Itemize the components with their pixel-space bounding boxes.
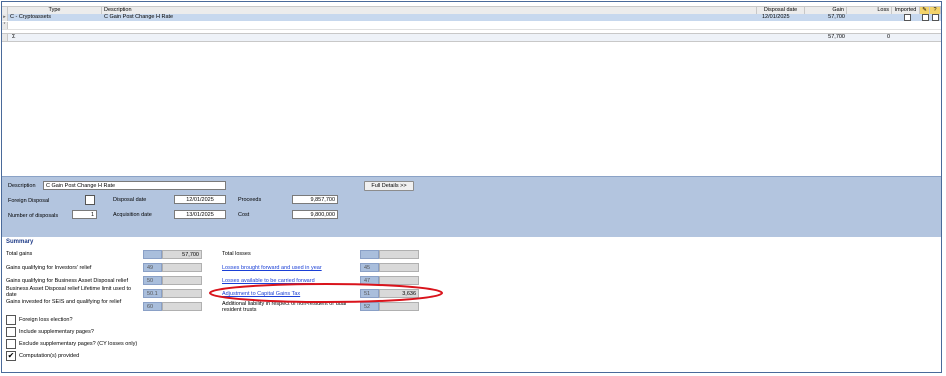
column-loss[interactable]: Loss	[847, 7, 892, 14]
column-lock-icon[interactable]: ✎	[920, 7, 930, 14]
box-50-code: 50	[143, 276, 162, 285]
computations-provided-label: Computation(s) provided	[19, 353, 80, 359]
box-45-code: 45	[360, 263, 379, 272]
box-49-code: 49	[143, 263, 162, 272]
foreign-loss-election-checkbox[interactable]	[6, 315, 16, 325]
box-60-code: 60	[143, 302, 162, 311]
foreign-disposal-label: Foreign Disposal	[8, 198, 50, 204]
investors-relief-label: Gains qualifying for Investors' relief	[6, 265, 92, 271]
cell-imported[interactable]	[904, 14, 911, 21]
exclude-supplementary-checkbox[interactable]	[6, 339, 16, 349]
row-checkbox-a[interactable]	[922, 14, 929, 21]
foreign-loss-election-label: Foreign loss election?	[19, 317, 73, 323]
bad-relief-label: Gains qualifying for Business Asset Disp…	[6, 278, 128, 284]
column-gain[interactable]: Gain	[805, 7, 847, 14]
exclude-supplementary-label: Exclude supplementary pages? (CY losses …	[19, 341, 138, 347]
computations-provided-checkbox[interactable]: ✔	[6, 351, 16, 361]
description-label: Description	[8, 183, 36, 189]
cell-flag-a[interactable]	[922, 14, 929, 21]
include-supplementary-label: Include supplementary pages?	[19, 329, 94, 335]
acquisition-date-label: Acquisition date	[113, 212, 152, 218]
total-gains-label: Total gains	[6, 251, 33, 257]
full-details-button[interactable]: Full Details >>	[364, 181, 414, 191]
imported-checkbox[interactable]	[904, 14, 911, 21]
disposal-date-input[interactable]: 12/01/2025	[174, 195, 226, 204]
box-45-value	[379, 263, 419, 272]
cell-gain[interactable]: 57,700	[805, 14, 845, 21]
cell-description[interactable]: C Gain Post Change H Rate	[104, 14, 173, 21]
description-input[interactable]: C Gain Post Change H Rate	[43, 181, 226, 190]
number-of-disposals-label: Number of disposals	[8, 213, 59, 219]
column-help[interactable]: ?	[930, 7, 941, 14]
total-gains-value: 57,700	[162, 250, 202, 259]
totals-row: Σ 57,700 0	[2, 33, 941, 42]
new-row-icon: *	[2, 22, 8, 29]
table-row[interactable]: ▸ C - Cryptoassets C Gain Post Change H …	[2, 14, 941, 21]
box-50-value	[162, 276, 202, 285]
box-60-value	[162, 302, 202, 311]
cell-type[interactable]: C - Cryptoassets	[10, 14, 51, 21]
number-of-disposals-input[interactable]: 1	[72, 210, 97, 219]
foreign-disposal-checkbox[interactable]	[85, 195, 95, 205]
total-gain: 57,700	[828, 34, 845, 40]
box-50-1-code: 50.1	[143, 289, 162, 298]
row-checkbox-b[interactable]	[932, 14, 939, 21]
cost-label: Cost	[238, 212, 250, 218]
total-losses-value	[379, 250, 419, 259]
total-losses-label: Total losses	[222, 251, 251, 257]
cell-flag-b[interactable]	[932, 14, 939, 21]
row-pointer-icon: ▸	[2, 14, 8, 21]
column-type[interactable]: Type	[8, 7, 102, 14]
acquisition-date-input[interactable]: 13/01/2025	[174, 210, 226, 219]
column-imported[interactable]: Imported	[892, 7, 920, 14]
cost-input[interactable]: 9,800,000	[292, 210, 338, 219]
total-loss: 0	[886, 34, 890, 40]
disposal-date-label: Disposal date	[113, 197, 147, 203]
detail-panel: Description C Gain Post Change H Rate Fu…	[2, 176, 941, 237]
proceeds-input[interactable]: 9,857,700	[292, 195, 338, 204]
capital-gains-window: Type Description Disposal date Gain Loss…	[1, 1, 942, 373]
include-supplementary-checkbox[interactable]	[6, 327, 16, 337]
seis-label: Gains invested for SEIS and qualifying f…	[6, 299, 122, 305]
new-row[interactable]: *	[2, 22, 941, 30]
bad-lifetime-label: Business Asset Disposal relief Lifetime …	[6, 286, 132, 298]
column-disposal-date[interactable]: Disposal date	[757, 7, 805, 14]
total-losses-code	[360, 250, 379, 259]
cell-disposal-date[interactable]: 12/01/2025	[762, 14, 790, 21]
box-49-value	[162, 263, 202, 272]
highlight-ellipse	[209, 283, 443, 303]
totals-row-header	[2, 34, 8, 41]
sigma-icon: Σ	[12, 34, 16, 40]
column-description[interactable]: Description	[102, 7, 757, 14]
box-50-1-value	[162, 289, 202, 298]
summary-title: Summary	[6, 239, 34, 245]
losses-brought-forward-link[interactable]: Losses brought forward and used in year	[222, 265, 358, 271]
total-gains-code	[143, 250, 162, 259]
check-icon: ✔	[7, 351, 15, 360]
proceeds-label: Proceeds	[238, 197, 262, 203]
